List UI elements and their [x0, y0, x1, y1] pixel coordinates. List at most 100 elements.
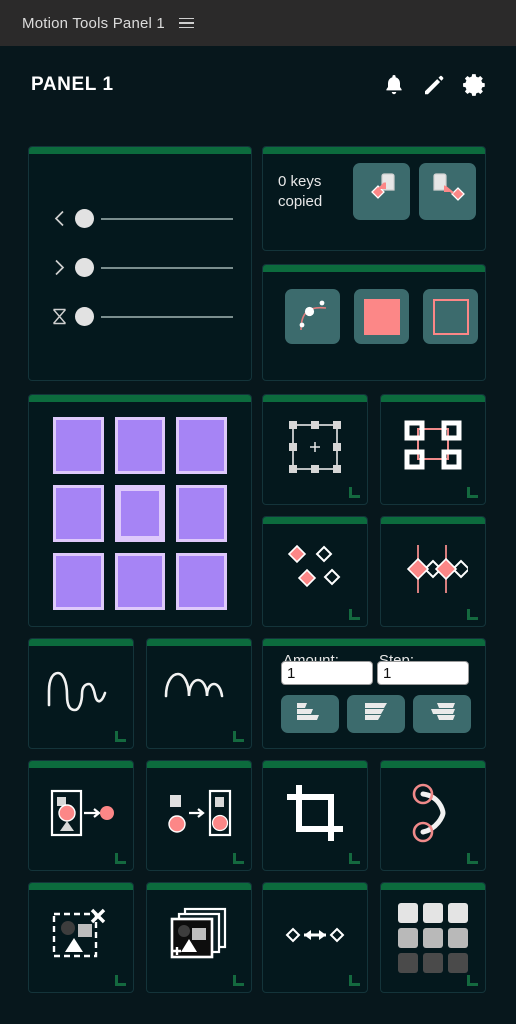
wave-oscillation-icon — [43, 663, 119, 724]
diamonds-on-playhead-icon — [398, 540, 471, 603]
bell-icon[interactable] — [382, 73, 406, 97]
tool-corner-marker — [115, 731, 126, 742]
extract-from-group-icon — [46, 785, 116, 846]
page-title: PANEL 1 — [31, 74, 114, 95]
ease-out-slider[interactable] — [51, 258, 233, 277]
copy-keys-card: 0 keys copied — [262, 146, 486, 251]
tool-corner-marker — [233, 975, 244, 986]
panel-body: PANEL 1 0 keys copied 1 1 — [9, 46, 516, 1024]
anchor-top-center[interactable] — [114, 417, 166, 474]
select-keyframes-tool[interactable] — [262, 516, 368, 627]
amount-field-group: Amount: — [281, 652, 373, 685]
tool-corner-marker — [349, 975, 360, 986]
duplicate-layers-tool[interactable] — [146, 882, 252, 993]
chevron-left-icon — [51, 210, 68, 228]
header-icon-group — [382, 72, 488, 98]
tool-corner-marker — [349, 487, 360, 498]
paste-keys-button[interactable] — [419, 163, 476, 220]
extract-layer-tool[interactable] — [28, 760, 134, 871]
path-with-anchors-icon — [407, 782, 459, 849]
stagger-right-button[interactable] — [413, 695, 471, 733]
tool-corner-marker — [115, 975, 126, 986]
anchor-top-left[interactable] — [53, 417, 104, 474]
slider-handle[interactable] — [75, 258, 94, 277]
anchor-point-grid — [28, 394, 252, 627]
delete-selection-tool[interactable] — [28, 882, 134, 993]
fill-color-button[interactable] — [354, 289, 409, 344]
tool-corner-marker — [349, 609, 360, 620]
align-left-stagger-icon — [293, 700, 327, 729]
window-titlebar: Motion Tools Panel 1 — [0, 0, 516, 46]
keyframe-spacing-tool[interactable] — [262, 882, 368, 993]
window-title: Motion Tools Panel 1 — [22, 14, 165, 32]
copy-keyframes-icon — [362, 170, 402, 213]
path-anchor-tool[interactable] — [380, 760, 486, 871]
crop-icon — [285, 783, 345, 848]
distribute-squares-icon — [401, 417, 465, 482]
step-input[interactable] — [377, 661, 469, 685]
anchor-grid-cells — [29, 395, 251, 626]
anchor-middle-left[interactable] — [53, 485, 104, 542]
app-root: Motion Tools Panel 1 PANEL 1 0 keys copi… — [0, 0, 516, 1024]
duplicate-layers-icon — [169, 906, 229, 969]
step-field-group: Step: — [377, 652, 469, 685]
distribute-tool[interactable] — [380, 394, 486, 505]
copied-keys-status: 0 keys copied — [278, 172, 323, 210]
group-into-container-icon — [164, 785, 234, 846]
tool-corner-marker — [467, 975, 478, 986]
slider-handle[interactable] — [75, 307, 94, 326]
pencil-icon[interactable] — [422, 73, 446, 97]
stroke-color-button[interactable] — [423, 289, 478, 344]
tool-corner-marker — [115, 853, 126, 864]
delete-selection-icon — [50, 906, 112, 969]
bounding-box-icon — [284, 416, 346, 483]
slider-track[interactable] — [101, 315, 233, 318]
bounce-tool[interactable] — [146, 638, 252, 749]
stagger-center-button[interactable] — [347, 695, 405, 733]
bezier-curve-button[interactable] — [285, 289, 340, 344]
amount-input[interactable] — [281, 661, 373, 685]
gear-icon[interactable] — [462, 72, 488, 98]
slider-list — [29, 147, 251, 380]
ease-both-slider[interactable] — [51, 307, 233, 326]
anchor-bottom-right[interactable] — [176, 553, 227, 610]
chevron-right-icon — [51, 259, 68, 277]
hamburger-icon[interactable] — [178, 17, 194, 29]
group-layer-tool[interactable] — [146, 760, 252, 871]
slider-handle[interactable] — [75, 209, 94, 228]
opacity-shade-grid-icon — [398, 902, 468, 973]
copy-keys-button[interactable] — [353, 163, 410, 220]
slider-track[interactable] — [101, 266, 233, 269]
hourglass-icon — [51, 308, 68, 326]
crop-tool[interactable] — [262, 760, 368, 871]
tool-corner-marker — [349, 853, 360, 864]
bezier-curve-icon — [291, 292, 335, 341]
slider-track[interactable] — [101, 217, 233, 220]
anchor-bottom-left[interactable] — [53, 553, 104, 610]
anchor-middle-right[interactable] — [176, 485, 227, 542]
scattered-diamonds-icon — [283, 540, 347, 603]
bounce-curve-icon — [161, 666, 237, 721]
anchor-center[interactable] — [114, 485, 166, 542]
align-right-stagger-icon — [425, 700, 459, 729]
tool-corner-marker — [233, 731, 244, 742]
anchor-bottom-center[interactable] — [114, 553, 166, 610]
tool-corner-marker — [467, 609, 478, 620]
outline-square-icon — [432, 298, 469, 335]
align-keyframes-tool[interactable] — [380, 516, 486, 627]
opacity-grid-tool[interactable] — [380, 882, 486, 993]
anchor-top-right[interactable] — [176, 417, 227, 474]
stagger-card: Amount: Step: — [262, 638, 486, 749]
tool-corner-marker — [467, 487, 478, 498]
easing-sliders-card — [28, 146, 252, 381]
ease-in-slider[interactable] — [51, 209, 233, 228]
tool-corner-marker — [233, 853, 244, 864]
oscillate-tool[interactable] — [28, 638, 134, 749]
stagger-left-button[interactable] — [281, 695, 339, 733]
bounding-box-tool[interactable] — [262, 394, 368, 505]
style-tools-card — [262, 264, 486, 381]
paste-keyframes-icon — [428, 170, 468, 213]
filled-square-icon — [363, 298, 400, 335]
tool-corner-marker — [467, 853, 478, 864]
align-center-stagger-icon — [359, 700, 393, 729]
